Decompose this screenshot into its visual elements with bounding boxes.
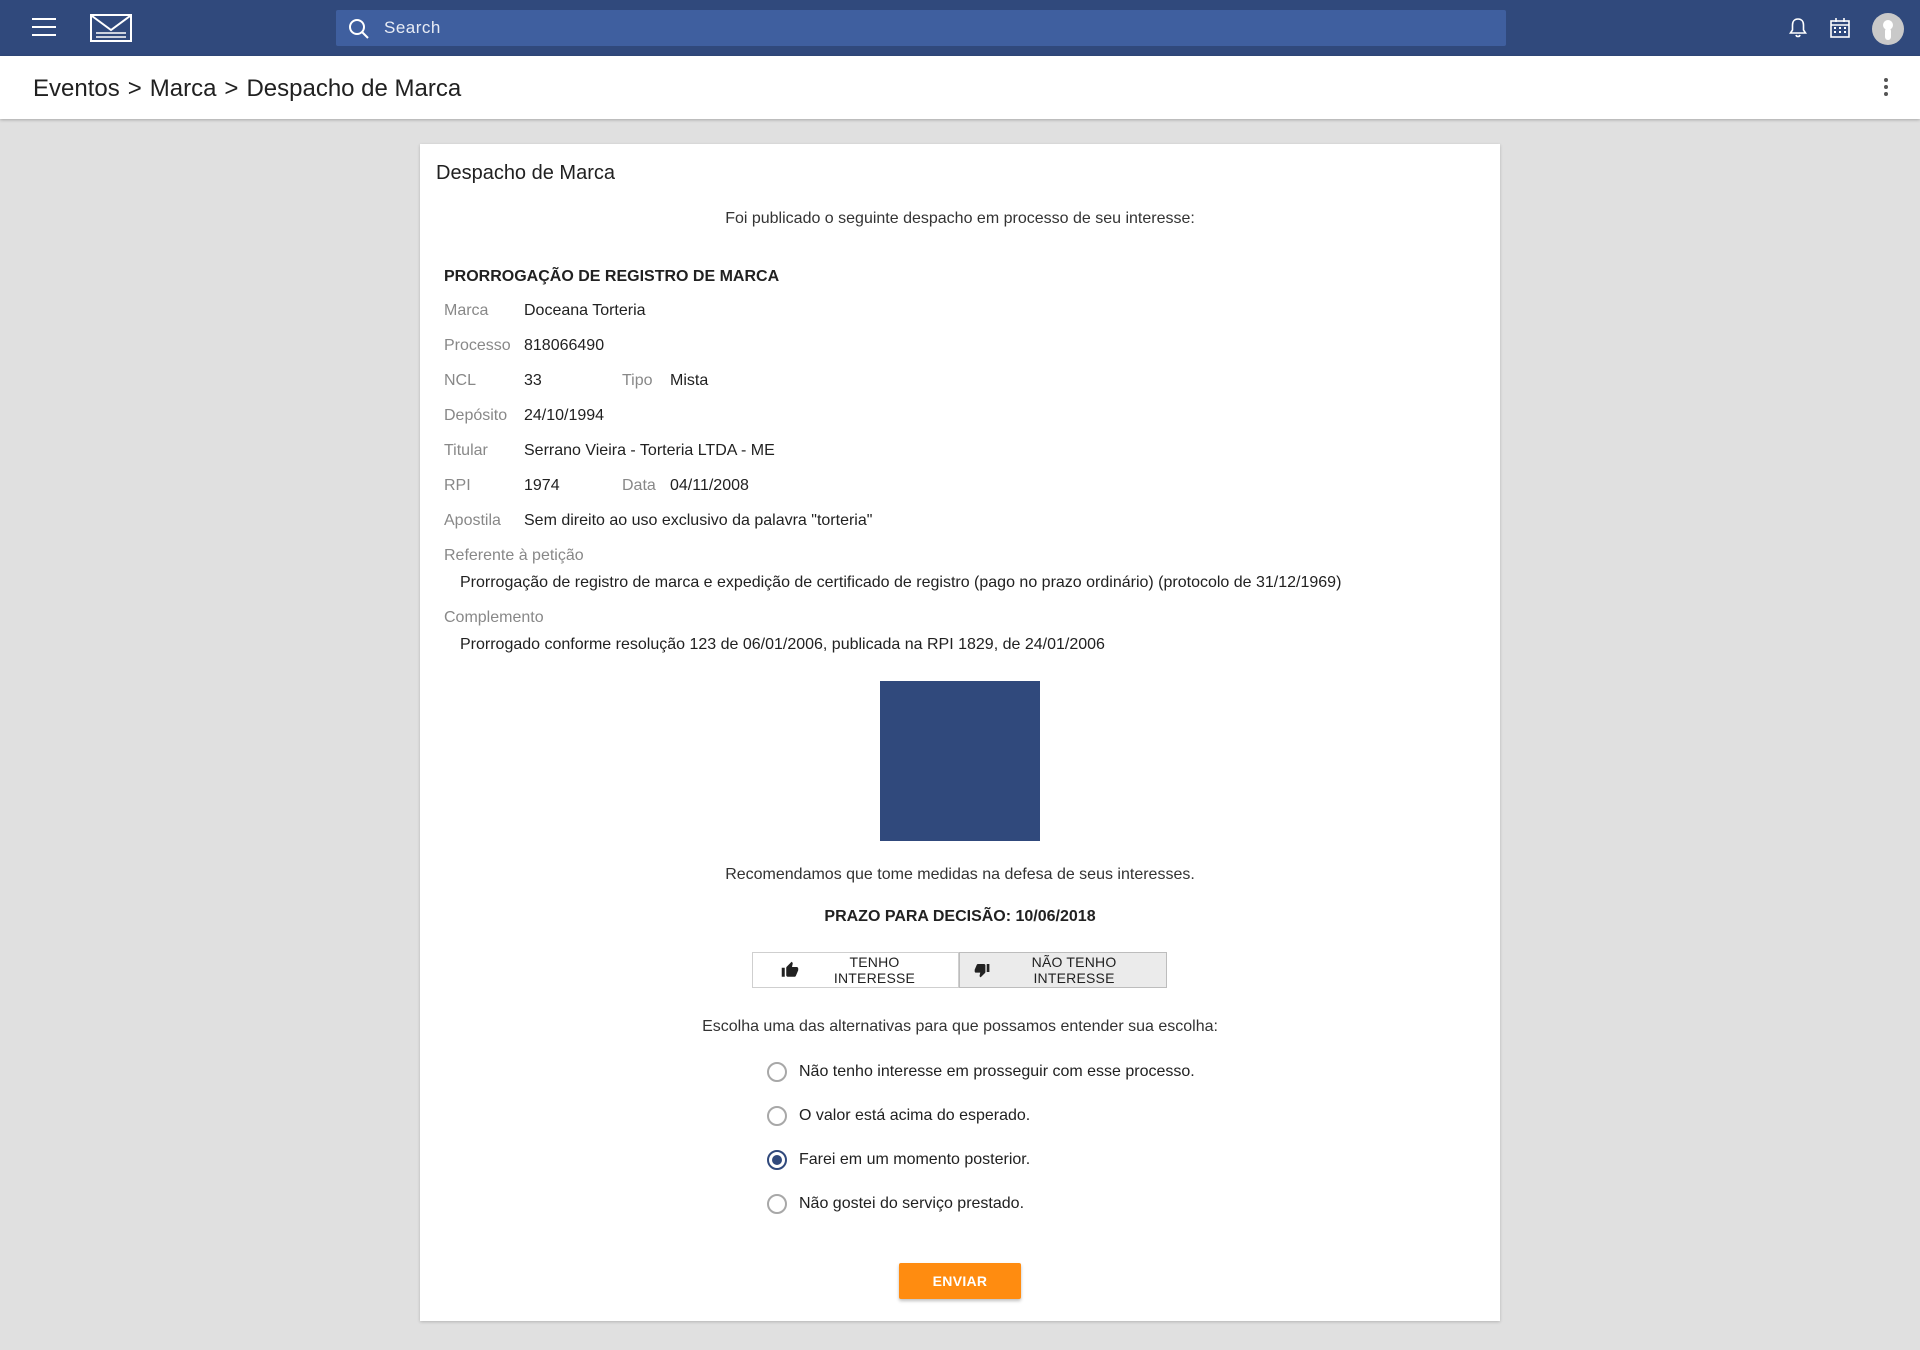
breadcrumb-item-marca[interactable]: Marca bbox=[150, 75, 217, 103]
top-app-bar bbox=[0, 0, 1920, 56]
search-icon[interactable] bbox=[348, 18, 370, 40]
field-label: Marca bbox=[444, 302, 489, 319]
field-label: Titular bbox=[444, 442, 488, 459]
radio-button[interactable] bbox=[767, 1106, 787, 1126]
more-options-icon[interactable] bbox=[1878, 78, 1894, 100]
complemento-text: Prorrogado conforme resolução 123 de 06/… bbox=[460, 636, 1105, 653]
breadcrumb-separator: > bbox=[224, 75, 239, 102]
despacho-card: Despacho de Marca Foi publicado o seguin… bbox=[420, 144, 1500, 1321]
option-price-high[interactable]: O valor está acima do esperado. bbox=[767, 1104, 1030, 1128]
card-title: Despacho de Marca bbox=[436, 162, 615, 184]
field-label: Data bbox=[622, 477, 656, 494]
field-label: Tipo bbox=[622, 372, 653, 389]
breadcrumb-separator: > bbox=[127, 75, 142, 102]
option-label: O valor está acima do esperado. bbox=[799, 1107, 1031, 1124]
option-label: Farei em um momento posterior. bbox=[799, 1151, 1031, 1168]
option-later[interactable]: Farei em um momento posterior. bbox=[767, 1148, 1030, 1172]
avatar[interactable] bbox=[1872, 13, 1904, 45]
thumbs-up-icon bbox=[781, 961, 799, 977]
field-value: Sem direito ao uso exclusivo da palavra … bbox=[524, 512, 873, 529]
menu-icon[interactable] bbox=[32, 16, 58, 40]
option-label: Não tenho interesse em prosseguir com es… bbox=[799, 1063, 1195, 1080]
brand-image bbox=[880, 681, 1040, 841]
breadcrumb-item-eventos[interactable]: Eventos bbox=[33, 75, 120, 103]
field-label: Apostila bbox=[444, 512, 501, 529]
field-label: RPI bbox=[444, 477, 471, 494]
radio-button-checked[interactable] bbox=[767, 1150, 787, 1170]
field-value: Serrano Vieira - Torteria LTDA - ME bbox=[524, 442, 775, 459]
option-bad-service[interactable]: Não gostei do serviço prestado. bbox=[767, 1192, 1024, 1216]
despacho-heading: PRORROGAÇÃO DE REGISTRO DE MARCA bbox=[444, 268, 780, 285]
radio-button[interactable] bbox=[767, 1062, 787, 1082]
field-value: 33 bbox=[524, 372, 542, 389]
interest-button-label: TENHO INTERESSE bbox=[833, 954, 916, 986]
recommend-text: Recomendamos que tome medidas na defesa … bbox=[725, 866, 1195, 883]
bell-icon[interactable] bbox=[1786, 16, 1810, 40]
thumbs-down-icon bbox=[974, 963, 990, 978]
option-not-interested[interactable]: Não tenho interesse em prosseguir com es… bbox=[767, 1060, 1195, 1084]
field-value: 818066490 bbox=[524, 337, 605, 354]
search-bar bbox=[336, 10, 1506, 46]
logo[interactable] bbox=[90, 14, 132, 42]
search-input[interactable] bbox=[384, 10, 1484, 46]
interest-button-group: TENHO INTERESSE NÃO TENHO INTERESSE bbox=[752, 952, 1167, 988]
radio-button[interactable] bbox=[767, 1194, 787, 1214]
breadcrumb-item-despacho: Despacho de Marca bbox=[246, 75, 462, 102]
choose-text: Escolha uma das alternativas para que po… bbox=[702, 1018, 1218, 1035]
breadcrumb-bar: Eventos > Marca > Despacho de Marca bbox=[0, 56, 1920, 119]
field-label: Processo bbox=[444, 337, 511, 354]
intro-text: Foi publicado o seguinte despacho em pro… bbox=[725, 210, 1195, 227]
option-label: Não gostei do serviço prestado. bbox=[799, 1195, 1025, 1212]
field-label: NCL bbox=[444, 372, 477, 389]
calendar-icon[interactable] bbox=[1828, 16, 1852, 40]
submit-button[interactable]: ENVIAR bbox=[899, 1263, 1021, 1299]
peticao-text: Prorrogação de registro de marca e exped… bbox=[460, 574, 1342, 591]
field-value: 04/11/2008 bbox=[670, 477, 749, 494]
deadline-text: PRAZO PARA DECISÃO: 10/06/2018 bbox=[824, 908, 1096, 925]
field-value: Mista bbox=[670, 372, 709, 389]
field-value: 24/10/1994 bbox=[524, 407, 605, 424]
field-label: Depósito bbox=[444, 407, 508, 424]
no-interest-button-label: NÃO TENHO INTERESSE bbox=[1031, 954, 1117, 986]
peticao-label: Referente à petição bbox=[444, 547, 584, 564]
field-value: 1974 bbox=[524, 477, 560, 494]
complemento-label: Complemento bbox=[444, 609, 544, 626]
user-icon bbox=[1883, 20, 1893, 40]
field-value: Doceana Torteria bbox=[524, 302, 646, 319]
breadcrumb: Eventos > Marca > Despacho de Marca bbox=[33, 75, 461, 103]
no-interest-button[interactable]: NÃO TENHO INTERESSE bbox=[959, 952, 1167, 988]
interest-button[interactable]: TENHO INTERESSE bbox=[752, 952, 959, 988]
